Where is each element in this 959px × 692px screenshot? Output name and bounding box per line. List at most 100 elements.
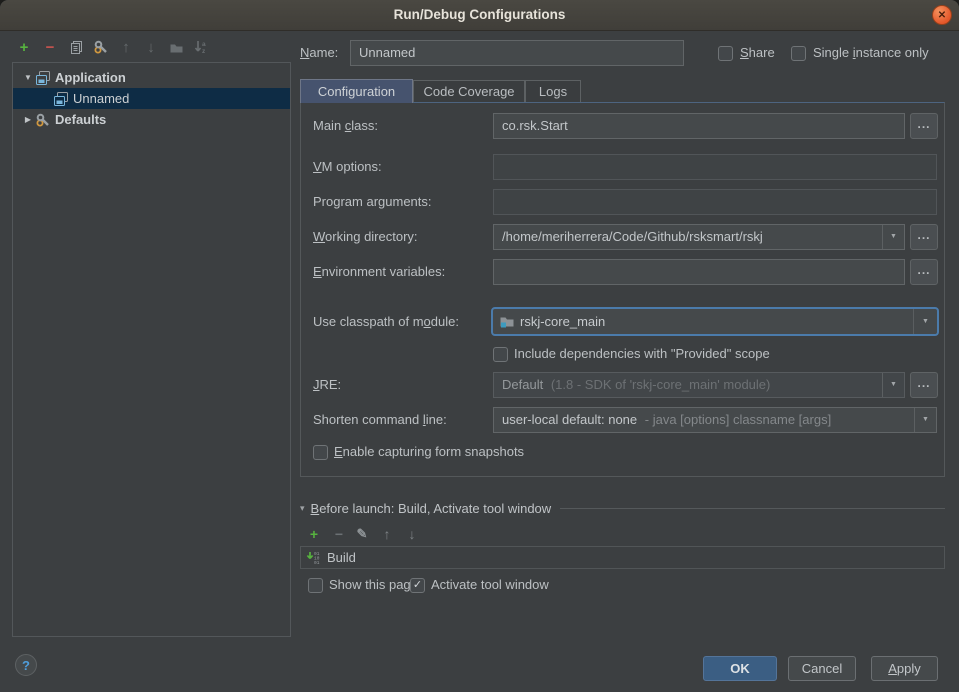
tree-collapsed-icon[interactable]: ▶ — [21, 115, 35, 124]
pencil-icon: ✎ — [357, 526, 368, 542]
add-configuration-button[interactable]: + — [14, 38, 34, 56]
move-down-button[interactable]: ↓ — [141, 38, 161, 56]
apply-button[interactable]: Apply — [871, 656, 938, 681]
edit-defaults-button[interactable] — [91, 38, 111, 56]
tree-item-application[interactable]: ▼ Application — [13, 67, 290, 88]
folder-icon — [169, 40, 184, 55]
shorten-command-line-combobox[interactable]: user-local default: none - java [options… — [493, 407, 937, 433]
copy-icon — [69, 40, 84, 55]
jre-value-detail: (1.8 - SDK of 'rskj-core_main' module) — [551, 377, 771, 392]
before-launch-move-down-button[interactable]: ↓ — [403, 526, 421, 542]
ellipsis-icon: ... — [917, 376, 930, 390]
minus-icon: − — [46, 39, 55, 56]
tab-configuration[interactable]: Configuration — [300, 79, 413, 103]
program-arguments-input[interactable] — [493, 189, 937, 215]
dropdown-arrow-icon[interactable]: ▼ — [914, 408, 936, 432]
before-launch-task-list: 01 10 01 Build — [300, 546, 945, 569]
move-up-button[interactable]: ↑ — [116, 38, 136, 56]
use-classpath-label: Use classpath of module: — [313, 309, 459, 335]
enable-capturing-label: Enable capturing form snapshots — [334, 443, 524, 461]
before-launch-move-up-button[interactable]: ↑ — [378, 526, 396, 542]
tab-logs[interactable]: Logs — [525, 80, 581, 102]
copy-configuration-button[interactable] — [66, 38, 86, 56]
environment-variables-browse-button[interactable]: ... — [910, 259, 938, 285]
tree-expanded-icon[interactable]: ▼ — [21, 73, 35, 82]
environment-variables-label: Environment variables: — [313, 259, 445, 285]
tab-code-coverage[interactable]: Code Coverage — [413, 80, 525, 102]
vm-options-input[interactable] — [493, 154, 937, 180]
jre-combobox[interactable]: Default (1.8 - SDK of 'rskj-core_main' m… — [493, 372, 905, 398]
working-directory-value: /home/meriherrera/Code/Github/rsksmart/r… — [502, 229, 763, 244]
show-this-page-label: Show this page — [329, 576, 418, 594]
ok-button[interactable]: OK — [703, 656, 777, 681]
svg-text:a: a — [202, 41, 206, 48]
before-launch-remove-button[interactable]: − — [330, 526, 348, 542]
use-classpath-combobox[interactable]: rskj-core_main ▼ — [491, 307, 939, 336]
section-collapse-icon[interactable]: ▾ — [300, 503, 305, 514]
include-provided-checkbox[interactable] — [493, 347, 508, 362]
remove-configuration-button[interactable]: − — [40, 38, 60, 56]
use-classpath-value: rskj-core_main — [520, 314, 605, 329]
vm-options-label: VM options: — [313, 154, 382, 180]
plus-icon: + — [310, 526, 318, 542]
enable-capturing-checkbox[interactable] — [313, 445, 328, 460]
before-launch-add-button[interactable]: + — [305, 526, 323, 542]
close-button[interactable]: ✕ — [932, 5, 952, 25]
name-input[interactable]: Unnamed — [350, 40, 684, 66]
configurations-tree: ▼ Application Unnamed ▶ Defaults — [12, 62, 291, 637]
shorten-value: user-local default: none — [502, 412, 637, 427]
minus-icon: − — [335, 526, 343, 542]
svg-text:z: z — [202, 48, 206, 55]
show-this-page-checkbox[interactable] — [308, 578, 323, 593]
share-label: Share — [740, 44, 775, 62]
activate-tool-window-label: Activate tool window — [431, 576, 549, 594]
jre-value: Default — [502, 377, 543, 392]
section-rule — [560, 508, 945, 509]
cancel-button[interactable]: Cancel — [788, 656, 856, 681]
dropdown-arrow-icon[interactable]: ▼ — [882, 225, 904, 249]
tree-item-label: Application — [55, 70, 126, 85]
sort-alphabetically-icon: a z — [193, 39, 209, 55]
tree-item-defaults[interactable]: ▶ Defaults — [13, 109, 290, 130]
include-provided-label: Include dependencies with "Provided" sco… — [514, 345, 770, 363]
arrow-up-icon: ↑ — [122, 39, 130, 56]
single-instance-label: Single instance only — [813, 44, 929, 62]
dropdown-arrow-icon[interactable]: ▼ — [913, 309, 937, 334]
arrow-down-icon: ↓ — [147, 39, 155, 56]
program-arguments-label: Program arguments: — [313, 189, 432, 215]
ellipsis-icon: ... — [917, 117, 930, 131]
shorten-command-line-label: Shorten command line: — [313, 407, 447, 433]
main-class-browse-button[interactable]: ... — [910, 113, 938, 139]
task-label: Build — [327, 550, 356, 565]
jre-browse-button[interactable]: ... — [910, 372, 938, 398]
share-checkbox[interactable] — [718, 46, 733, 61]
svg-text:01: 01 — [314, 560, 320, 565]
build-icon: 01 10 01 — [306, 550, 321, 565]
name-label: Name: — [300, 40, 338, 66]
run-debug-configurations-dialog: Run/Debug Configurations ✕ + − ↑ ↓ a z — [0, 0, 959, 692]
sort-configurations-button[interactable]: a z — [191, 38, 211, 56]
help-icon: ? — [22, 658, 30, 673]
before-launch-task-build[interactable]: 01 10 01 Build — [301, 547, 944, 568]
main-class-input[interactable]: co.rsk.Start — [493, 113, 905, 139]
help-button[interactable]: ? — [15, 654, 37, 676]
plus-icon: + — [20, 39, 29, 56]
defaults-icon — [35, 112, 51, 128]
environment-variables-input[interactable] — [493, 259, 905, 285]
tree-item-unnamed[interactable]: Unnamed — [13, 88, 290, 109]
dropdown-arrow-icon[interactable]: ▼ — [882, 373, 904, 397]
tree-item-label: Defaults — [55, 112, 106, 127]
before-launch-title: Before launch: Build, Activate tool wind… — [311, 501, 552, 516]
activate-tool-window-checkbox[interactable]: ✓ — [410, 578, 425, 593]
single-instance-checkbox[interactable] — [791, 46, 806, 61]
new-folder-button[interactable] — [166, 38, 186, 56]
working-directory-combobox[interactable]: /home/meriherrera/Code/Github/rsksmart/r… — [493, 224, 905, 250]
before-launch-edit-button[interactable]: ✎ — [353, 526, 371, 542]
wrench-icon — [93, 39, 109, 55]
tree-item-label: Unnamed — [73, 91, 129, 106]
shorten-value-detail: - java [options] classname [args] — [645, 412, 831, 427]
working-directory-browse-button[interactable]: ... — [910, 224, 938, 250]
main-class-label: Main class: — [313, 113, 378, 139]
before-launch-section-header[interactable]: ▾ Before launch: Build, Activate tool wi… — [300, 501, 945, 516]
titlebar[interactable]: Run/Debug Configurations ✕ — [0, 0, 959, 31]
